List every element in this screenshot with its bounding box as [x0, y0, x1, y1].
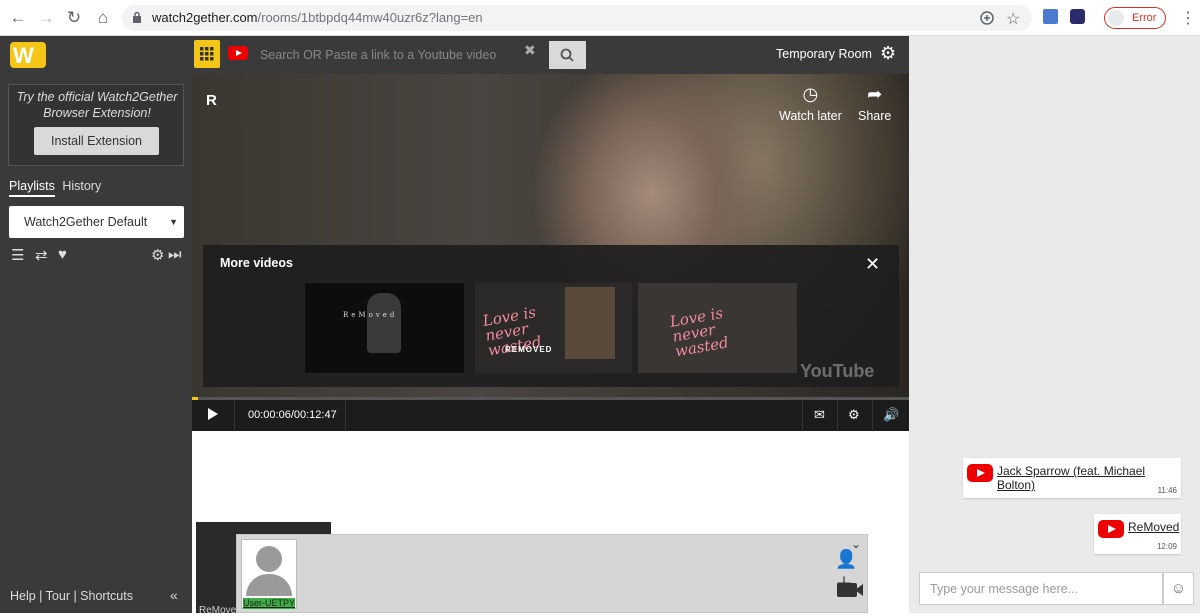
playlist-select-value: Watch2Gether Default [24, 215, 148, 229]
next-icon[interactable]: ⏭ [168, 246, 182, 263]
search-field [252, 41, 546, 69]
share-icon: ➦ [867, 84, 883, 104]
url-text: watch2gether.com/rooms/1btbpdq44mw40uzr6… [152, 10, 483, 25]
sidebar: W Try the official Watch2Gether Browser … [0, 36, 192, 613]
search-input[interactable] [252, 41, 522, 69]
chat-input[interactable] [920, 573, 1160, 604]
message-time: 11:46 [1157, 486, 1177, 495]
back-icon[interactable]: ← [8, 8, 28, 28]
profile-error-button[interactable]: Error [1104, 7, 1166, 29]
more-videos-panel: More videos ✕ ReMoved Love is never wast… [203, 245, 899, 387]
sidebar-tabs: Playlists History [9, 179, 105, 197]
player-controls: 00:00:06/00:12:47 ✉ ⚙ 🔊 [192, 400, 909, 431]
tab-playlists[interactable]: Playlists [9, 179, 55, 197]
chat-message: ReMoved 12:09 [1094, 514, 1181, 554]
caret-down-icon: ▼ [169, 217, 178, 227]
grid-icon [200, 47, 214, 61]
extension-promo: Try the official Watch2Gether Browser Ex… [8, 84, 184, 166]
video-player[interactable]: R ◷ Watch later ➦ Share More videos ✕ Re… [192, 74, 909, 399]
profile-status: Error [1132, 12, 1157, 24]
avatar-body [246, 574, 292, 596]
thumb-title: Love is never wasted [668, 303, 730, 361]
chat-bubble-icon[interactable]: ✉ [814, 407, 825, 423]
youtube-icon [967, 464, 993, 482]
room-topbar: ✖ Temporary Room ⚙ [192, 36, 909, 74]
close-icon[interactable]: ✕ [865, 254, 880, 275]
browser-toolbar: ← → ↻ ⌂ watch2gether.com/rooms/1btbpdq44… [0, 0, 1200, 36]
share-label: Share [858, 109, 892, 123]
user-card[interactable]: User-UETPY [241, 539, 297, 609]
chat-video-link[interactable]: Jack Sparrow (feat. Michael Bolton) [997, 464, 1181, 492]
promo-text: Try the official Watch2Gether Browser Ex… [16, 90, 178, 120]
chat-video-link[interactable]: ReMoved [1128, 520, 1179, 534]
share-button[interactable]: ➦ Share [858, 84, 891, 123]
list-icon[interactable]: ☰ [11, 246, 24, 264]
address-bar[interactable]: watch2gether.com/rooms/1btbpdq44mw40uzr6… [122, 5, 1032, 31]
gear-icon[interactable]: ⚙ [151, 246, 164, 264]
reload-icon[interactable]: ↻ [64, 8, 84, 28]
search-icon [560, 48, 574, 62]
play-icon[interactable] [208, 408, 218, 420]
thumb-subtitle: REMOVED [505, 345, 553, 354]
emoji-icon[interactable]: ☺ [1163, 572, 1194, 605]
tab-history[interactable]: History [62, 179, 101, 193]
chat-panel: Jack Sparrow (feat. Michael Bolton) 11:4… [909, 36, 1200, 613]
youtube-icon [1098, 520, 1124, 538]
extension-icon[interactable] [1043, 9, 1058, 24]
collapse-icon[interactable]: « [170, 587, 178, 603]
divider [345, 400, 346, 431]
chat-input-field [919, 572, 1163, 605]
related-video-thumb[interactable]: ReMoved [305, 283, 464, 373]
video-camera-icon[interactable] [837, 583, 863, 597]
time-display: 00:00:06/00:12:47 [248, 409, 337, 421]
watch-later-button[interactable]: ◷ Watch later [779, 84, 842, 123]
thumb-title: ReMoved [343, 311, 398, 319]
extension-icon[interactable] [1070, 9, 1085, 24]
username[interactable]: User-UETPY [243, 598, 295, 609]
avatar [256, 546, 282, 572]
divider [872, 400, 873, 431]
menu-icon[interactable]: ⋮ [1180, 8, 1196, 28]
related-video-thumb[interactable]: Love is never wasted [638, 283, 797, 373]
chat-message: Jack Sparrow (feat. Michael Bolton) 11:4… [963, 458, 1181, 498]
youtube-icon[interactable] [228, 46, 248, 60]
star-icon[interactable]: ☆ [1006, 9, 1024, 28]
add-icon[interactable] [978, 9, 996, 27]
room-name[interactable]: Temporary Room [776, 47, 872, 61]
divider [234, 400, 235, 431]
heart-icon[interactable]: ♥ [58, 246, 67, 263]
w2g-logo[interactable]: W [10, 42, 46, 68]
help-links[interactable]: Help | Tour | Shortcuts [10, 589, 133, 603]
clear-icon[interactable]: ✖ [524, 42, 536, 59]
users-panel: User-UETPY ⌄ 👤＋ [236, 534, 868, 613]
apps-grid-button[interactable] [194, 40, 220, 68]
divider [837, 400, 838, 431]
settings-icon[interactable]: ⚙ [848, 407, 860, 423]
video-title[interactable]: R [206, 92, 217, 109]
clock-icon: ◷ [802, 84, 819, 104]
home-icon[interactable]: ⌂ [93, 8, 113, 28]
related-video-thumb[interactable]: Love is never wasted REMOVED [475, 283, 632, 373]
room-settings-icon[interactable]: ⚙ [880, 43, 896, 64]
lock-icon [133, 11, 141, 23]
install-extension-button[interactable]: Install Extension [34, 127, 159, 155]
search-button[interactable] [549, 41, 586, 69]
shuffle-icon[interactable]: ⇄ [35, 246, 48, 264]
divider [802, 400, 803, 431]
forward-icon[interactable]: → [36, 8, 56, 28]
message-time: 12:09 [1156, 542, 1177, 551]
playlist-select[interactable]: Watch2Gether Default ▼ [9, 206, 184, 238]
volume-icon[interactable]: 🔊 [883, 407, 899, 423]
watch-later-label: Watch later [779, 109, 842, 123]
avatar [1108, 10, 1124, 26]
more-videos-heading: More videos [220, 256, 293, 270]
youtube-watermark[interactable]: YouTube [800, 361, 874, 382]
